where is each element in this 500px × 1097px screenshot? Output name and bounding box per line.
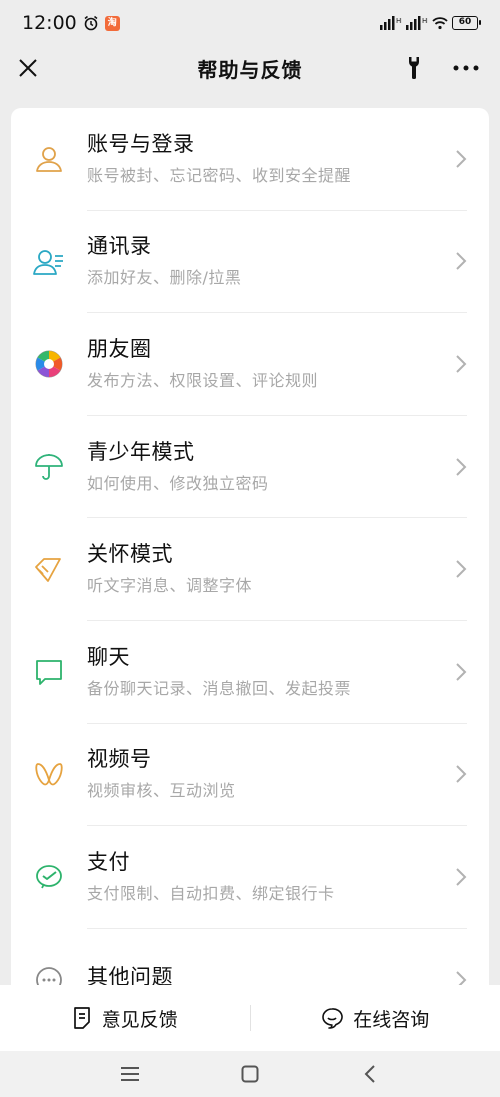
document-icon (73, 1007, 90, 1029)
home-square-icon (241, 1065, 259, 1083)
chevron-right-icon (456, 868, 467, 886)
title-bar: 帮助与反馈 (0, 46, 500, 90)
nav-menu-button[interactable] (112, 1056, 148, 1092)
bottom-action-bar: 意见反馈 在线咨询 (0, 985, 500, 1051)
chat-bubble-icon (322, 1008, 344, 1029)
care-icon (35, 557, 61, 582)
svg-text:HD: HD (396, 17, 402, 25)
item-subtitle: 添加好友、删除/拉黑 (87, 268, 242, 288)
wifi-icon (432, 17, 448, 30)
item-subtitle: 听文字消息、调整字体 (87, 576, 253, 596)
close-button[interactable] (14, 54, 42, 82)
list-item-care-mode[interactable]: 关怀模式 听文字消息、调整字体 (11, 518, 489, 621)
nav-home-button[interactable] (232, 1056, 268, 1092)
signal-icon: HD (380, 16, 402, 30)
page-title: 帮助与反馈 (197, 57, 303, 82)
chevron-right-icon (456, 150, 467, 168)
item-title: 视频号 (87, 747, 152, 772)
item-subtitle: 视频审核、互动浏览 (87, 781, 236, 801)
alarm-icon (83, 15, 99, 31)
more-button[interactable] (450, 54, 482, 82)
taobao-notification-icon: 淘 (104, 15, 120, 31)
help-feedback-screen: 12:00 淘 HD HD 60 帮助与反馈 (0, 0, 500, 1097)
item-subtitle: 如何使用、修改独立密码 (87, 473, 269, 493)
item-title: 关怀模式 (87, 542, 173, 567)
item-subtitle: 发布方法、权限设置、评论规则 (87, 370, 319, 390)
tools-button[interactable] (400, 54, 428, 82)
chevron-right-icon (456, 663, 467, 681)
wrench-icon (409, 57, 419, 79)
item-title: 朋友圈 (87, 336, 152, 361)
umbrella-icon (35, 454, 63, 480)
signal-icon-2: HD (406, 16, 428, 30)
item-subtitle: 备份聊天记录、消息撤回、发起投票 (87, 678, 352, 698)
moments-icon (35, 350, 63, 378)
contacts-icon (33, 249, 63, 275)
channels-icon (35, 762, 63, 786)
back-icon (364, 1065, 375, 1083)
item-title: 通讯录 (87, 234, 152, 259)
chevron-right-icon (456, 765, 467, 784)
status-bar: 12:00 淘 HD HD 60 (0, 0, 500, 46)
menu-icon (121, 1067, 139, 1081)
status-time: 12:00 (22, 12, 77, 34)
item-title: 青少年模式 (87, 439, 195, 464)
person-icon (36, 147, 62, 173)
help-topic-list: 账号与登录 账号被封、忘记密码、收到安全提醒 通讯录 添加好友、删除/拉黑 朋友… (11, 108, 489, 1008)
svg-text:HD: HD (422, 17, 428, 25)
list-item-chat[interactable]: 聊天 备份聊天记录、消息撤回、发起投票 (11, 621, 489, 724)
system-nav-bar (0, 1051, 500, 1097)
list-item-teen-mode[interactable]: 青少年模式 如何使用、修改独立密码 (11, 416, 489, 519)
item-title: 聊天 (87, 644, 130, 669)
list-item-contacts[interactable]: 通讯录 添加好友、删除/拉黑 (11, 211, 489, 314)
list-item-channels[interactable]: 视频号 视频审核、互动浏览 (11, 724, 489, 827)
chevron-right-icon (456, 457, 467, 476)
close-icon (19, 59, 37, 77)
list-item-account-login[interactable]: 账号与登录 账号被封、忘记密码、收到安全提醒 (11, 108, 489, 211)
battery-icon: 60 (452, 16, 481, 30)
pay-icon (36, 865, 62, 889)
item-title: 支付 (87, 849, 130, 874)
online-consult-button[interactable]: 在线咨询 (251, 985, 500, 1051)
feedback-button[interactable]: 意见反馈 (0, 985, 250, 1051)
chat-icon (36, 660, 62, 686)
feedback-label: 意见反馈 (101, 1008, 178, 1031)
item-subtitle: 支付限制、自动扣费、绑定银行卡 (87, 883, 335, 903)
nav-back-button[interactable] (352, 1056, 388, 1092)
item-title: 账号与登录 (87, 131, 195, 156)
more-horizontal-icon (453, 65, 479, 71)
chevron-right-icon (456, 560, 467, 578)
consult-label: 在线咨询 (353, 1008, 430, 1031)
chevron-right-icon (456, 355, 467, 373)
list-item-pay[interactable]: 支付 支付限制、自动扣费、绑定银行卡 (11, 826, 489, 929)
list-item-moments[interactable]: 朋友圈 发布方法、权限设置、评论规则 (11, 313, 489, 416)
chevron-right-icon (456, 252, 467, 271)
item-subtitle: 账号被封、忘记密码、收到安全提醒 (87, 165, 352, 185)
